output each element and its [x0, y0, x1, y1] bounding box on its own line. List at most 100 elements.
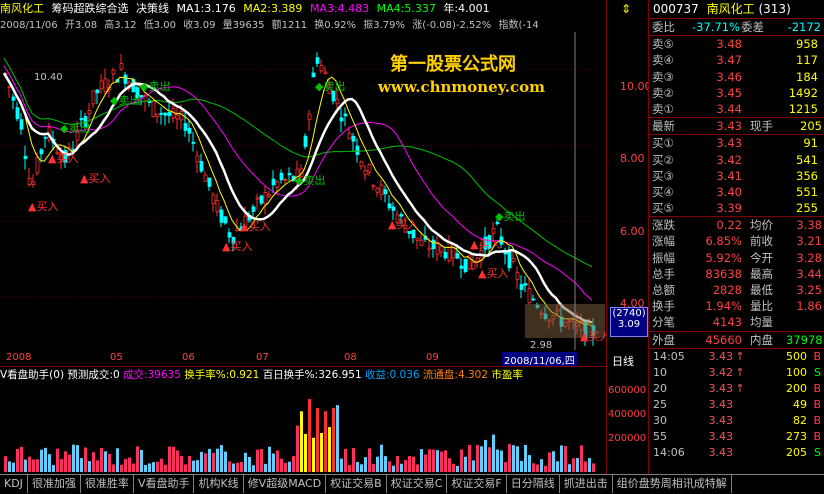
cursor-box: (2740) 3.09: [610, 307, 648, 337]
volume-bar: [108, 453, 111, 472]
buy-signal: ▲买入: [478, 267, 508, 280]
candle-body: [123, 74, 128, 84]
candle-body: [167, 112, 172, 116]
candle-body: [439, 246, 444, 253]
tab-3[interactable]: V看盘助手: [134, 475, 195, 493]
buy-signal: ▲买入: [222, 240, 252, 253]
tab-4[interactable]: 机构K线: [194, 475, 244, 493]
buy-signal: ▲买入: [580, 330, 606, 343]
tick-row: 30 3.43 82 B: [649, 413, 824, 429]
volume-bar: [124, 458, 127, 472]
now-value: 205: [800, 119, 822, 134]
candle-body: [511, 257, 516, 262]
stat-label: 涨幅: [652, 234, 675, 249]
buy-signal: ▲买入: [48, 152, 78, 165]
ratio-value: -37.71%: [692, 20, 740, 34]
tab-0[interactable]: KDJ: [0, 475, 28, 493]
candle-body: [175, 114, 180, 120]
bar-close: 收3.09: [183, 20, 216, 31]
candle-body: [351, 135, 356, 142]
tick-row: 25 3.43 49 B: [649, 397, 824, 413]
tick-price: 3.43: [708, 413, 734, 427]
tab-2[interactable]: 很准胜率: [81, 475, 134, 493]
vol-indicator-name[interactable]: V看盘助手(0): [0, 369, 64, 381]
sell-row: 卖⑤ 3.48 958: [649, 36, 824, 52]
volume-bar: [316, 408, 319, 472]
volume-bar: [240, 461, 243, 472]
volume-bar: [404, 460, 407, 472]
volume-bar: [60, 459, 63, 472]
candle-body: [363, 170, 368, 175]
bar-date: 2008/11/06: [0, 20, 58, 31]
volume-bar: [512, 445, 515, 472]
candle-body: [111, 69, 116, 75]
sell-signal: ◆卖出: [110, 93, 140, 107]
volume-bar: [296, 425, 299, 472]
tab-6[interactable]: 权证交易B: [326, 475, 387, 493]
stat-row: 换手 1.94% 量比 1.86: [649, 298, 824, 314]
buy-volume: 255: [796, 201, 818, 216]
tab-9[interactable]: 日分隔线: [507, 475, 560, 493]
candle-body: [323, 71, 328, 74]
volume-bar: [80, 458, 83, 472]
tab-8[interactable]: 权证交易F: [447, 475, 507, 493]
stats-block: 涨跌 0.22 均价 3.38 涨幅 6.85% 前收 3.21 振幅 5.92% 今开 3.28 总手…: [649, 216, 824, 330]
buy-signal: ▲买入: [470, 238, 500, 251]
indicator-name[interactable]: 筹码超跌综合选: [52, 2, 129, 15]
buy-price: 3.42: [716, 152, 742, 167]
candle-body: [207, 177, 212, 187]
volume-bar: [24, 459, 27, 472]
candle-body: [11, 96, 16, 101]
stat-row: 分笔 4143 均量: [649, 314, 824, 330]
volume-bar: [348, 464, 351, 472]
buy-volume: 541: [796, 152, 818, 167]
bar-amount: 额1211: [271, 20, 308, 31]
volume-bar: [4, 456, 7, 472]
candle-body: [387, 203, 392, 209]
volume-chart[interactable]: [0, 382, 606, 472]
tab-10[interactable]: 抓进出击: [560, 475, 613, 493]
candle-body: [223, 216, 228, 224]
sell-label: 卖④: [652, 53, 674, 68]
tab-11[interactable]: 组价盘势周相讯成特解: [613, 475, 732, 493]
sell-row: 卖③ 3.46 184: [649, 69, 824, 85]
stat-row: 总手 83638 最高 3.44: [649, 266, 824, 282]
sell-signal: ◆卖出: [60, 121, 90, 135]
volume-bar: [392, 465, 395, 472]
period-label[interactable]: 日线: [612, 353, 634, 369]
candle-body: [271, 178, 276, 186]
tab-7[interactable]: 权证交易C: [387, 475, 448, 493]
volume-bar: [564, 445, 567, 472]
stat-value: 3.38: [796, 218, 822, 233]
outer-label: 外盘: [652, 332, 675, 347]
candle-body: [155, 113, 160, 117]
buy-volume: 551: [796, 184, 818, 199]
volume-bar: [420, 449, 423, 472]
volume-bar: [280, 458, 283, 472]
volume-bar: [536, 464, 539, 472]
tick-arrow: ↑: [735, 365, 745, 379]
candle-body: [215, 200, 220, 213]
candle-body: [419, 239, 424, 246]
volume-bar: [488, 447, 491, 472]
top-arrow-icon[interactable]: ⇕: [621, 2, 631, 16]
watermark-title: 第一股票公式网: [390, 54, 516, 75]
volume-bar: [104, 451, 107, 472]
sell-label: 卖⑤: [652, 37, 674, 52]
stat-label: 换手: [652, 299, 675, 314]
volume-bar: [196, 460, 199, 472]
tab-5[interactable]: 修V超级MACD: [244, 475, 327, 493]
volume-bar: [396, 456, 399, 472]
candle-body: [151, 100, 156, 117]
candle-body: [471, 262, 476, 270]
tab-1[interactable]: 很准加强: [28, 475, 81, 493]
volume-bar: [336, 405, 339, 472]
outer-inner-row: 外盘 45660 内盘 37978: [649, 330, 824, 349]
volume-bar: [76, 445, 79, 472]
sell-price: 3.48: [716, 37, 742, 52]
volume-bar: [364, 457, 367, 472]
buy-row: 买⑤ 3.39 255: [649, 200, 824, 216]
stat-value: 3.44: [796, 266, 822, 281]
candle-body: [455, 253, 460, 259]
buy-label: 买③: [652, 168, 674, 183]
